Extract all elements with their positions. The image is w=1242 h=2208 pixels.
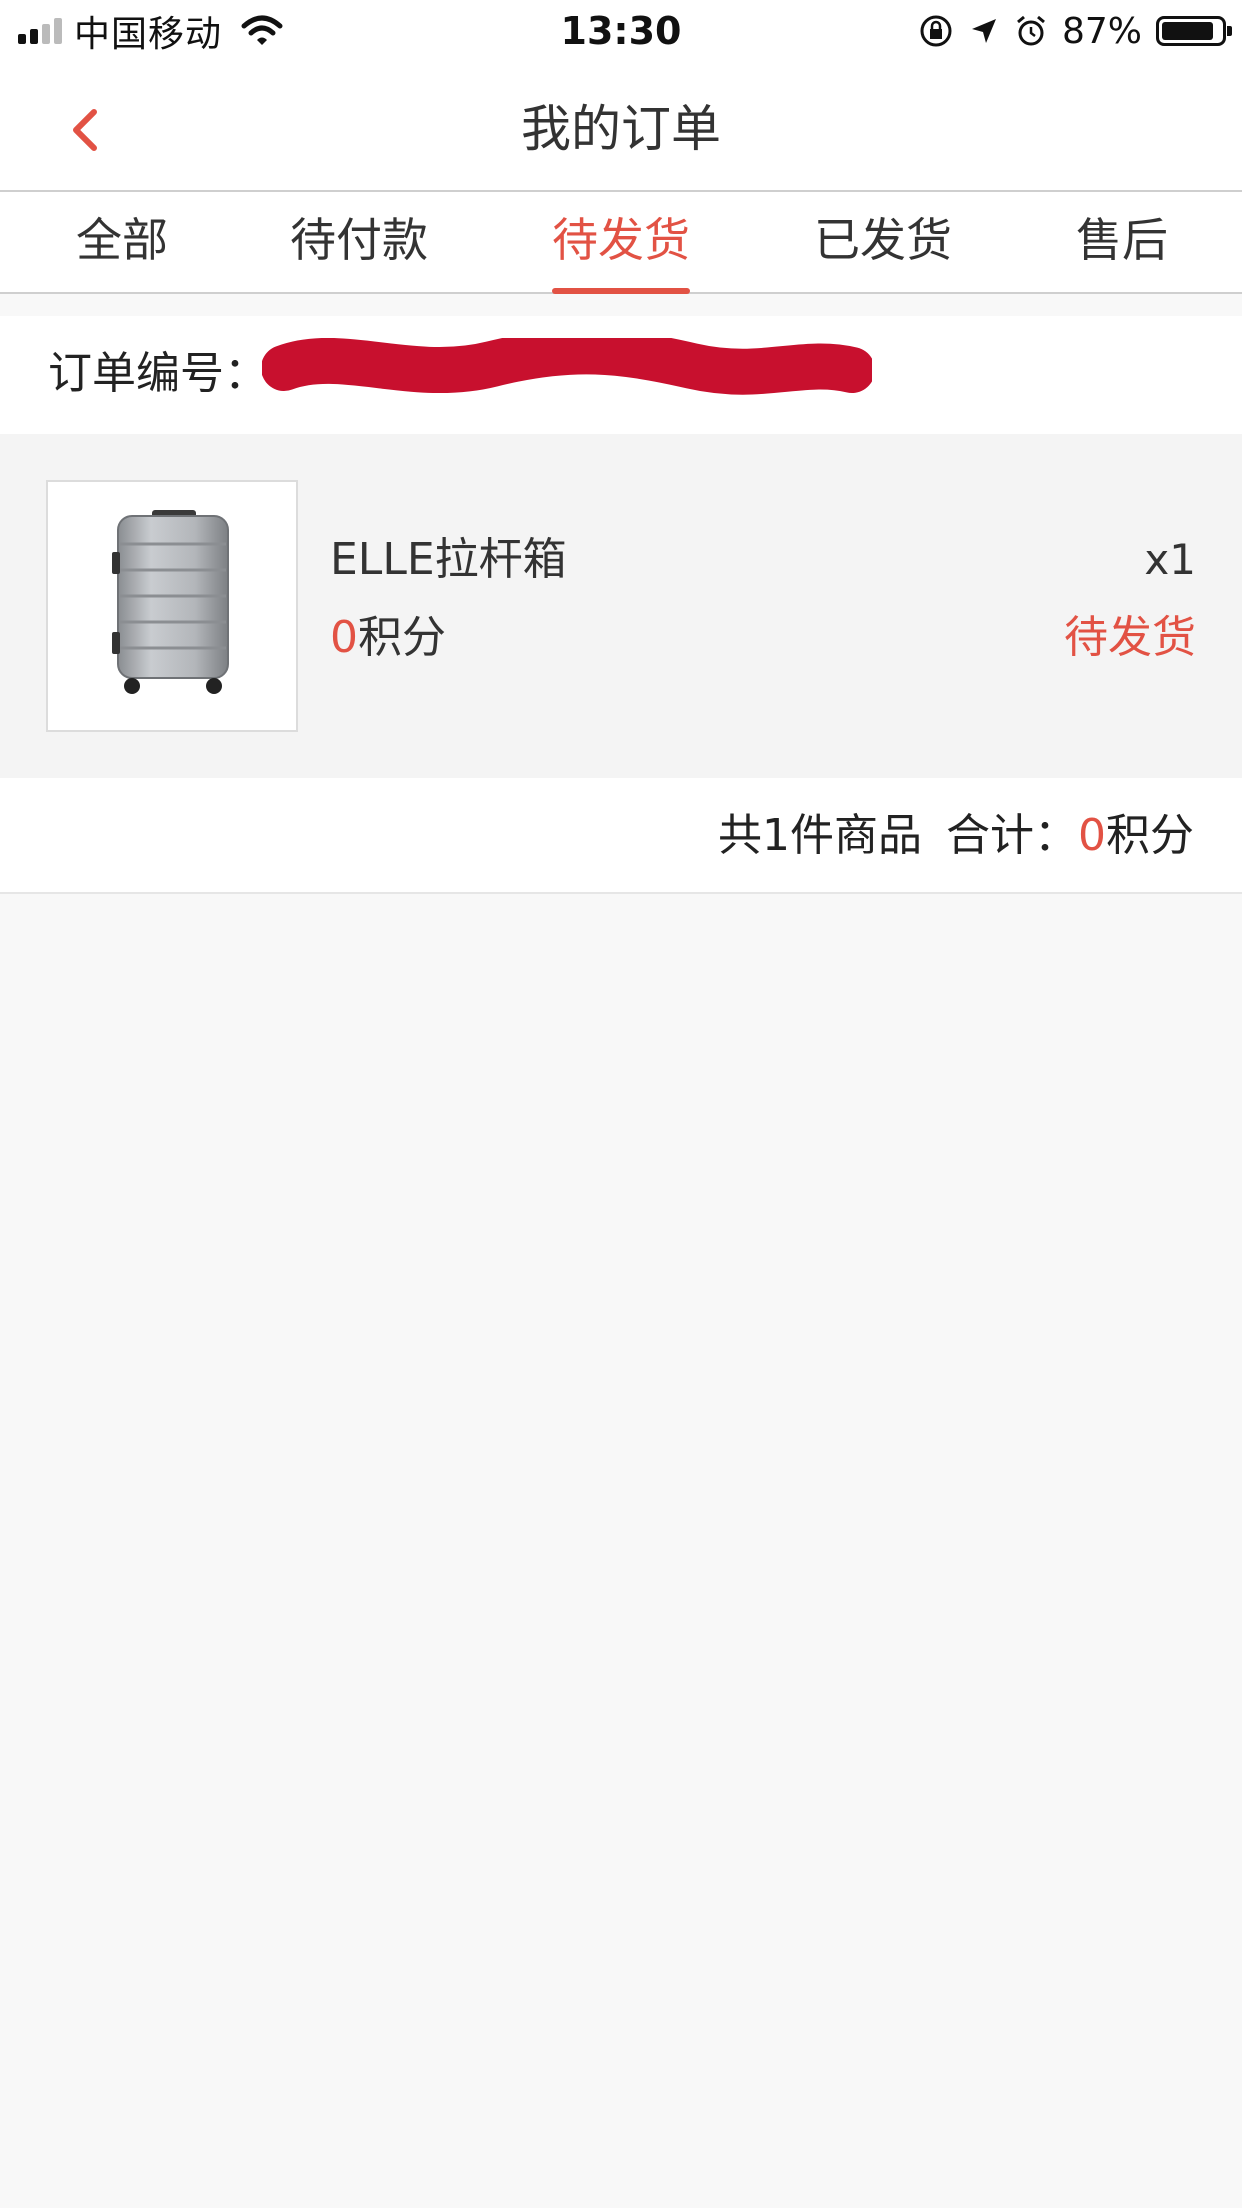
order-number-label: 订单编号： (48, 348, 268, 399)
battery-percent: 87% (1061, 10, 1142, 52)
tab-after-sales[interactable]: 售后 (1074, 212, 1170, 294)
nav-bar: 我的订单 (0, 62, 1242, 192)
rotation-lock-icon (920, 15, 952, 47)
page-title: 我的订单 (521, 100, 721, 158)
product-points: 0积分 (330, 610, 446, 666)
order-status: 待发货 (1064, 612, 1196, 663)
product-name[interactable]: ELLE拉杆箱 (330, 532, 567, 588)
tab-pending-payment[interactable]: 待付款 (290, 212, 428, 294)
tab-pending-shipment[interactable]: 待发货 (552, 212, 690, 294)
order-item[interactable]: ELLE拉杆箱 0积分 x1 待发货 (0, 434, 1242, 778)
alarm-icon (1017, 15, 1045, 46)
order-summary-text: 共1件商品 合计：0积分 (718, 806, 1194, 866)
product-thumbnail[interactable] (46, 480, 298, 732)
battery-icon (1156, 16, 1232, 46)
total-label: 合计： (946, 810, 1078, 861)
order-summary: 共1件商品 合计：0积分 (0, 778, 1242, 894)
tab-shipped[interactable]: 已发货 (814, 212, 952, 294)
item-count: 共1件商品 (718, 810, 922, 861)
product-points-value: 0 (330, 612, 358, 663)
location-icon (971, 19, 996, 43)
total-value: 0 (1078, 810, 1106, 861)
product-points-unit: 积分 (358, 612, 446, 663)
order-tabs: 全部 待付款 待发货 已发货 售后 (0, 192, 1242, 294)
total-unit: 积分 (1106, 810, 1194, 861)
tab-all[interactable]: 全部 (74, 212, 170, 294)
status-bar: 中国移动 13:30 87% (0, 0, 1242, 62)
active-tab-indicator (552, 288, 690, 294)
redaction-mark (262, 338, 872, 395)
suitcase-icon (112, 510, 229, 694)
tab-pending-shipment-label: 待发货 (552, 213, 690, 267)
status-bar-right: 87% (918, 8, 1232, 54)
product-quantity: x1 (1144, 535, 1196, 584)
